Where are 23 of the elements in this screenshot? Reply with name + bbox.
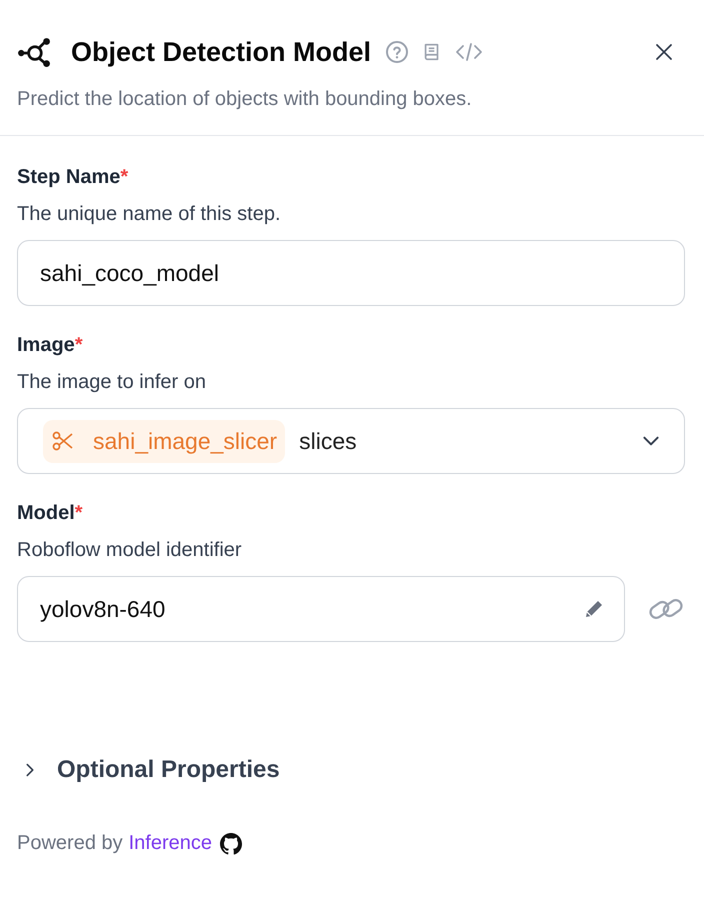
field-label: Model [17,502,75,525]
powered-by-text: Powered by [17,832,123,855]
scissors-icon [51,429,75,453]
panel-title: Object Detection Model [71,36,372,68]
github-icon[interactable] [220,832,242,854]
close-icon[interactable] [654,42,674,62]
text-input[interactable]: sahi_coco_model [17,240,685,306]
field-label: Image [17,334,75,357]
field-description: Roboflow model identifier [17,539,243,562]
required-mark: * [74,334,83,357]
code-icon[interactable] [455,40,484,64]
field-description: The unique name of this step. [17,203,282,226]
required-mark: * [120,166,128,189]
image-select[interactable]: sahi_image_slicer slices [17,408,685,474]
panel-description: Predict the location of objects with bounding boxes. [17,88,473,112]
optional-properties-toggle[interactable]: Optional Properties [17,756,280,784]
field-label: Step Name [17,166,120,189]
model-input[interactable]: yolov8n-640 [17,576,625,642]
inference-link[interactable]: Inference [128,832,212,855]
field-description: The image to infer on [17,371,207,394]
help-icon[interactable] [385,40,410,64]
required-mark: * [74,502,83,525]
step-chip: sahi_image_slicer [43,420,286,462]
